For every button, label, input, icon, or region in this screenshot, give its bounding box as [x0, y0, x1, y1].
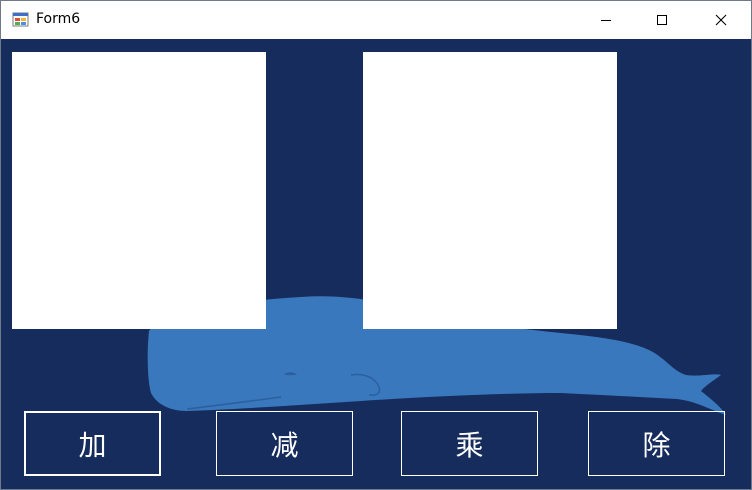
window-title: Form6 [36, 11, 81, 27]
form-app-icon [12, 11, 29, 28]
title-bar[interactable]: Form6 [1, 1, 751, 39]
maximize-button[interactable] [639, 1, 685, 39]
left-panel [12, 52, 266, 329]
maximize-icon [657, 15, 667, 25]
minimize-icon [601, 20, 611, 21]
right-panel [363, 52, 617, 329]
multiply-button-label: 乘 [455, 428, 484, 462]
add-button[interactable]: 加 [24, 411, 161, 476]
add-button-label: 加 [78, 428, 107, 462]
app-window: Form6 加 减 乘 除 [0, 0, 752, 490]
multiply-button[interactable]: 乘 [401, 411, 538, 476]
subtract-button[interactable]: 减 [216, 411, 353, 476]
divide-button[interactable]: 除 [588, 411, 725, 476]
divide-button-label: 除 [642, 428, 671, 462]
minimize-button[interactable] [583, 1, 629, 39]
subtract-button-label: 减 [270, 428, 299, 462]
form-client-area: 加 减 乘 除 [1, 39, 751, 489]
close-icon [715, 14, 727, 26]
close-button[interactable] [698, 1, 744, 39]
